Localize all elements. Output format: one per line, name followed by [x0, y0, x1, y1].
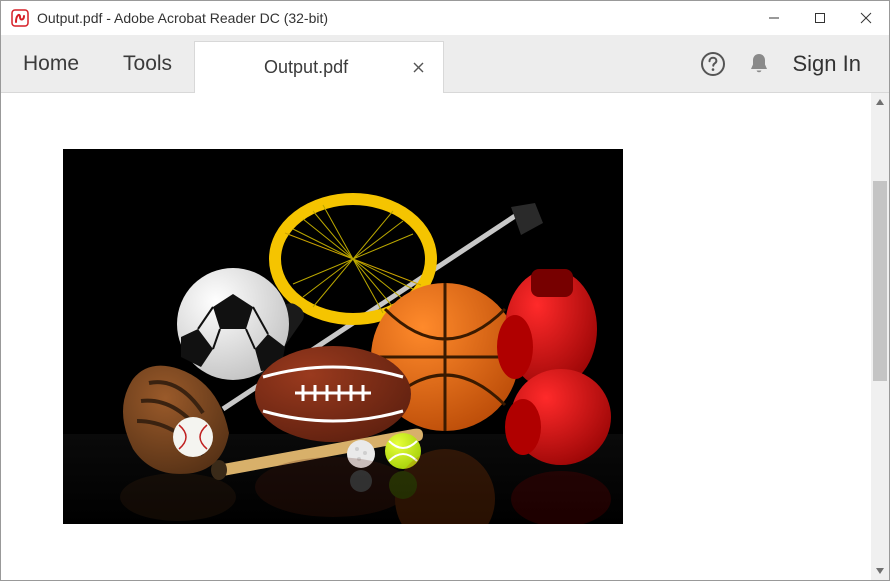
scroll-up-icon[interactable] — [871, 93, 889, 111]
document-tab[interactable]: Output.pdf — [194, 41, 444, 93]
content-area — [1, 93, 889, 580]
scrollbar-thumb[interactable] — [873, 181, 887, 381]
document-tab-close-icon[interactable] — [409, 59, 427, 77]
tools-tab[interactable]: Tools — [101, 35, 194, 92]
titlebar: Output.pdf - Adobe Acrobat Reader DC (32… — [1, 1, 889, 35]
home-tab[interactable]: Home — [1, 35, 101, 92]
window-title: Output.pdf - Adobe Acrobat Reader DC (32… — [37, 10, 328, 26]
document-image — [63, 149, 623, 524]
scrollbar-track[interactable] — [871, 111, 889, 562]
pdf-page — [1, 93, 871, 524]
minimize-button[interactable] — [751, 1, 797, 35]
toolbar-right: Sign In — [691, 35, 890, 92]
acrobat-app-icon — [11, 9, 29, 27]
help-button[interactable] — [691, 42, 735, 86]
app-window: Output.pdf - Adobe Acrobat Reader DC (32… — [0, 0, 890, 581]
scroll-down-icon[interactable] — [871, 562, 889, 580]
maximize-button[interactable] — [797, 1, 843, 35]
toolbar: Home Tools Output.pdf Sign — [1, 35, 889, 93]
document-tab-label: Output.pdf — [217, 57, 395, 78]
close-button[interactable] — [843, 1, 889, 35]
notifications-button[interactable] — [737, 42, 781, 86]
vertical-scrollbar[interactable] — [871, 93, 889, 580]
document-viewer[interactable] — [1, 93, 871, 580]
signin-button[interactable]: Sign In — [783, 51, 872, 77]
